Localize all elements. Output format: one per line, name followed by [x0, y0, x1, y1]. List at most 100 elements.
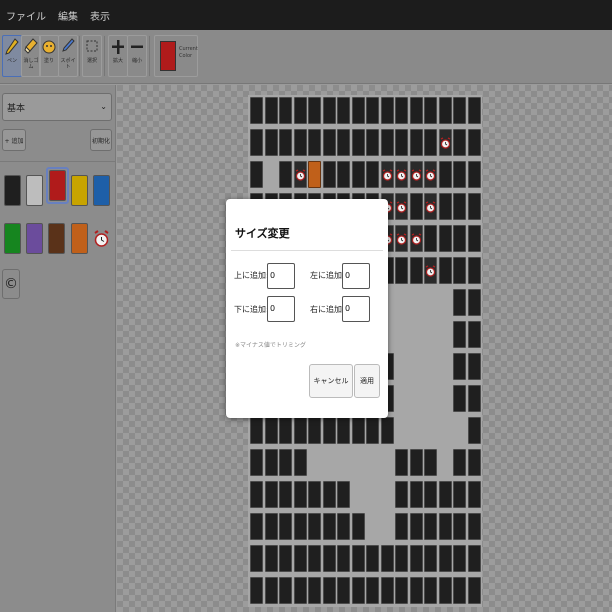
menu-file[interactable]: ファイル — [6, 8, 46, 23]
grid-cell[interactable] — [467, 129, 481, 156]
grid-cell[interactable] — [453, 129, 466, 156]
grid-cell[interactable] — [250, 97, 263, 124]
grid-cell[interactable] — [395, 577, 408, 604]
zoom-in-button[interactable]: 拡大 — [108, 35, 128, 77]
grid-cell[interactable] — [337, 513, 350, 540]
add-palette-button[interactable]: + 追加 — [2, 129, 26, 151]
grid-cell[interactable] — [467, 321, 481, 348]
grid-cell[interactable] — [467, 417, 481, 444]
grid-cell[interactable] — [467, 449, 481, 476]
grid-cell[interactable] — [351, 577, 365, 604]
grid-cell[interactable] — [424, 225, 437, 252]
grid-cell[interactable] — [308, 417, 321, 444]
current-color-box[interactable]: Current Color — [154, 35, 198, 77]
grid-cell[interactable] — [453, 513, 466, 540]
grid-cell[interactable] — [250, 577, 263, 604]
grid-cell[interactable] — [293, 513, 307, 540]
left-add-input[interactable]: 0 — [342, 263, 370, 289]
grid-cell[interactable] — [395, 97, 408, 124]
tool-eyedropper-button[interactable]: スポイト — [58, 35, 78, 77]
grid-cell[interactable] — [366, 161, 379, 188]
grid-cell[interactable] — [453, 225, 466, 252]
grid-cell[interactable] — [337, 417, 350, 444]
grid-cell[interactable] — [409, 193, 423, 220]
grid-cell[interactable] — [453, 353, 466, 380]
grid-cell[interactable] — [438, 97, 452, 124]
palette-color-brown[interactable] — [48, 223, 65, 254]
palette-color-green[interactable] — [4, 223, 21, 254]
grid-cell[interactable] — [424, 193, 437, 220]
grid-cell[interactable] — [438, 257, 452, 284]
grid-cell[interactable] — [264, 481, 278, 508]
grid-cell[interactable] — [380, 161, 394, 188]
grid-cell[interactable] — [351, 97, 365, 124]
grid-cell[interactable] — [424, 481, 437, 508]
grid-cell[interactable] — [366, 129, 379, 156]
grid-cell[interactable] — [264, 97, 278, 124]
grid-cell[interactable] — [424, 97, 437, 124]
grid-cell[interactable] — [264, 545, 278, 572]
grid-cell[interactable] — [351, 513, 365, 540]
grid-cell[interactable] — [293, 129, 307, 156]
grid-cell[interactable] — [467, 257, 481, 284]
grid-cell[interactable] — [409, 225, 423, 252]
grid-cell[interactable] — [337, 481, 350, 508]
grid-cell[interactable] — [250, 481, 263, 508]
palette-color-yellow[interactable] — [71, 175, 88, 206]
grid-cell[interactable] — [409, 129, 423, 156]
grid-cell[interactable] — [467, 481, 481, 508]
grid-cell[interactable] — [293, 577, 307, 604]
grid-cell[interactable] — [337, 161, 350, 188]
grid-cell[interactable] — [467, 97, 481, 124]
grid-cell[interactable] — [264, 129, 278, 156]
grid-cell[interactable] — [424, 513, 437, 540]
grid-cell[interactable] — [250, 513, 263, 540]
zoom-out-button[interactable]: 縮小 — [127, 35, 147, 77]
grid-cell[interactable] — [250, 449, 263, 476]
grid-cell[interactable] — [438, 129, 452, 156]
grid-cell[interactable] — [467, 513, 481, 540]
grid-cell[interactable] — [453, 161, 466, 188]
grid-cell[interactable] — [467, 385, 481, 412]
grid-cell[interactable] — [467, 353, 481, 380]
palette-color-orange[interactable] — [71, 223, 88, 254]
grid-cell[interactable] — [409, 449, 423, 476]
grid-cell[interactable] — [293, 545, 307, 572]
grid-cell[interactable] — [279, 481, 292, 508]
grid-cell[interactable] — [250, 417, 263, 444]
grid-cell[interactable] — [308, 545, 321, 572]
palette-set-select[interactable]: 基本 ⌄ — [2, 93, 112, 121]
grid-cell[interactable] — [453, 481, 466, 508]
grid-cell[interactable] — [395, 513, 408, 540]
grid-cell[interactable] — [467, 289, 481, 316]
grid-cell[interactable] — [438, 225, 452, 252]
grid-cell[interactable] — [264, 417, 278, 444]
grid-cell[interactable] — [279, 97, 292, 124]
cancel-button[interactable]: キャンセル — [309, 364, 353, 398]
grid-cell[interactable] — [308, 513, 321, 540]
grid-cell[interactable] — [250, 545, 263, 572]
grid-cell[interactable] — [308, 577, 321, 604]
copyright-button[interactable]: © — [2, 269, 20, 299]
grid-cell[interactable] — [308, 161, 321, 188]
grid-cell[interactable] — [322, 417, 336, 444]
grid-cell[interactable] — [438, 513, 452, 540]
grid-cell[interactable] — [322, 513, 336, 540]
grid-cell[interactable] — [279, 129, 292, 156]
grid-cell[interactable] — [279, 417, 292, 444]
apply-button[interactable]: 適用 — [354, 364, 380, 398]
menu-view[interactable]: 表示 — [90, 8, 110, 23]
grid-cell[interactable] — [279, 577, 292, 604]
grid-cell[interactable] — [409, 513, 423, 540]
grid-cell[interactable] — [395, 481, 408, 508]
grid-cell[interactable] — [395, 225, 408, 252]
grid-cell[interactable] — [424, 129, 437, 156]
grid-cell[interactable] — [366, 577, 379, 604]
grid-cell[interactable] — [438, 545, 452, 572]
grid-cell[interactable] — [293, 161, 307, 188]
grid-cell[interactable] — [467, 161, 481, 188]
grid-cell[interactable] — [453, 449, 466, 476]
grid-cell[interactable] — [467, 193, 481, 220]
tool-select-button[interactable]: 選択 — [82, 35, 102, 77]
grid-cell[interactable] — [293, 97, 307, 124]
